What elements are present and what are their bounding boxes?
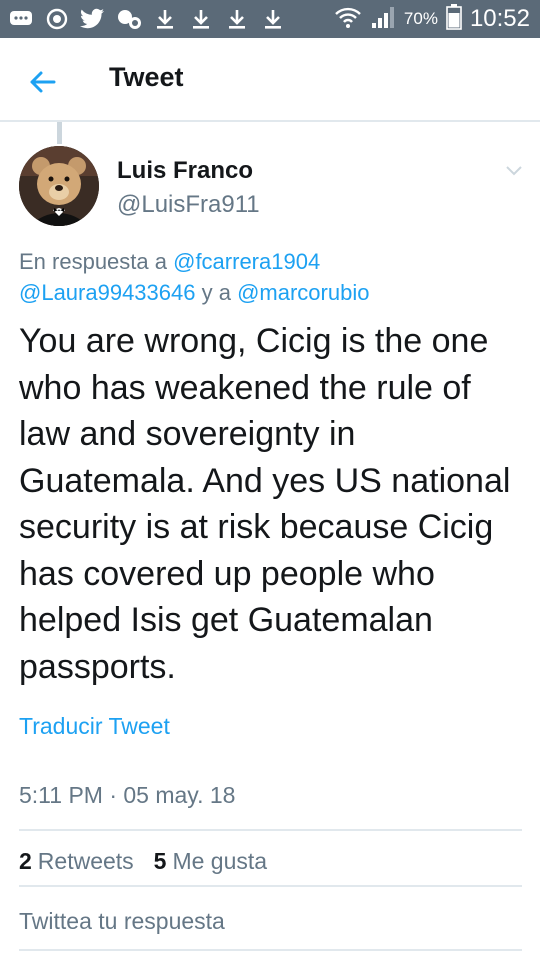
download-icon — [224, 7, 250, 31]
divider — [19, 885, 522, 887]
notifications-icon — [116, 7, 142, 31]
reply-joiner: y a — [195, 280, 238, 305]
status-bar: 70% 10:52 — [0, 0, 540, 38]
retweets-stat[interactable]: 2 Retweets — [19, 848, 134, 875]
page-title: Tweet — [109, 62, 184, 92]
download-icon — [188, 7, 214, 31]
likes-count: 5 — [153, 848, 167, 874]
retweets-label: Retweets — [37, 848, 134, 874]
reply-context: En respuesta a @fcarrera1904 @Laura99433… — [19, 246, 519, 308]
likes-label: Me gusta — [172, 848, 268, 874]
reply-prefix: En respuesta a — [19, 249, 174, 274]
divider — [19, 949, 522, 951]
tweet-stats: 2 Retweets 5 Me gusta — [19, 848, 267, 875]
tweet-timestamp: 5:11 PM · 05 may. 18 — [19, 782, 236, 808]
twitter-bird-icon — [80, 7, 106, 31]
translate-tweet-link[interactable]: Traducir Tweet — [19, 713, 170, 740]
wifi-icon — [334, 5, 362, 34]
avatar[interactable] — [19, 146, 99, 226]
mention-link[interactable]: @marcorubio — [237, 280, 369, 305]
reply-input[interactable] — [19, 908, 522, 935]
retweets-count: 2 — [19, 848, 32, 874]
author-handle[interactable]: @LuisFra911 — [117, 191, 260, 219]
tweet-text: You are wrong, Cicig is the one who has … — [19, 322, 511, 686]
signal-icon — [370, 5, 396, 34]
battery-icon — [446, 3, 462, 35]
arrow-left-icon — [30, 71, 56, 93]
status-bar-notifications — [8, 6, 286, 32]
download-icon — [152, 7, 178, 31]
thread-connector — [57, 122, 62, 144]
mention-link[interactable]: @fcarrera1904 — [173, 249, 320, 274]
download-icon — [260, 7, 286, 31]
battery-percent: 70% — [403, 9, 438, 28]
alarm-icon — [44, 7, 70, 31]
divider — [19, 829, 522, 831]
back-button[interactable] — [24, 64, 60, 100]
chevron-down-icon[interactable] — [502, 160, 526, 180]
status-bar-system: 70% 10:52 — [334, 3, 530, 35]
author-name[interactable]: Luis Franco — [117, 157, 253, 185]
app-header: Tweet — [0, 38, 540, 122]
messages-icon — [8, 7, 34, 31]
likes-stat[interactable]: 5 Me gusta — [154, 848, 267, 875]
mention-link[interactable]: @Laura99433646 — [19, 280, 195, 305]
clock: 10:52 — [469, 5, 530, 32]
